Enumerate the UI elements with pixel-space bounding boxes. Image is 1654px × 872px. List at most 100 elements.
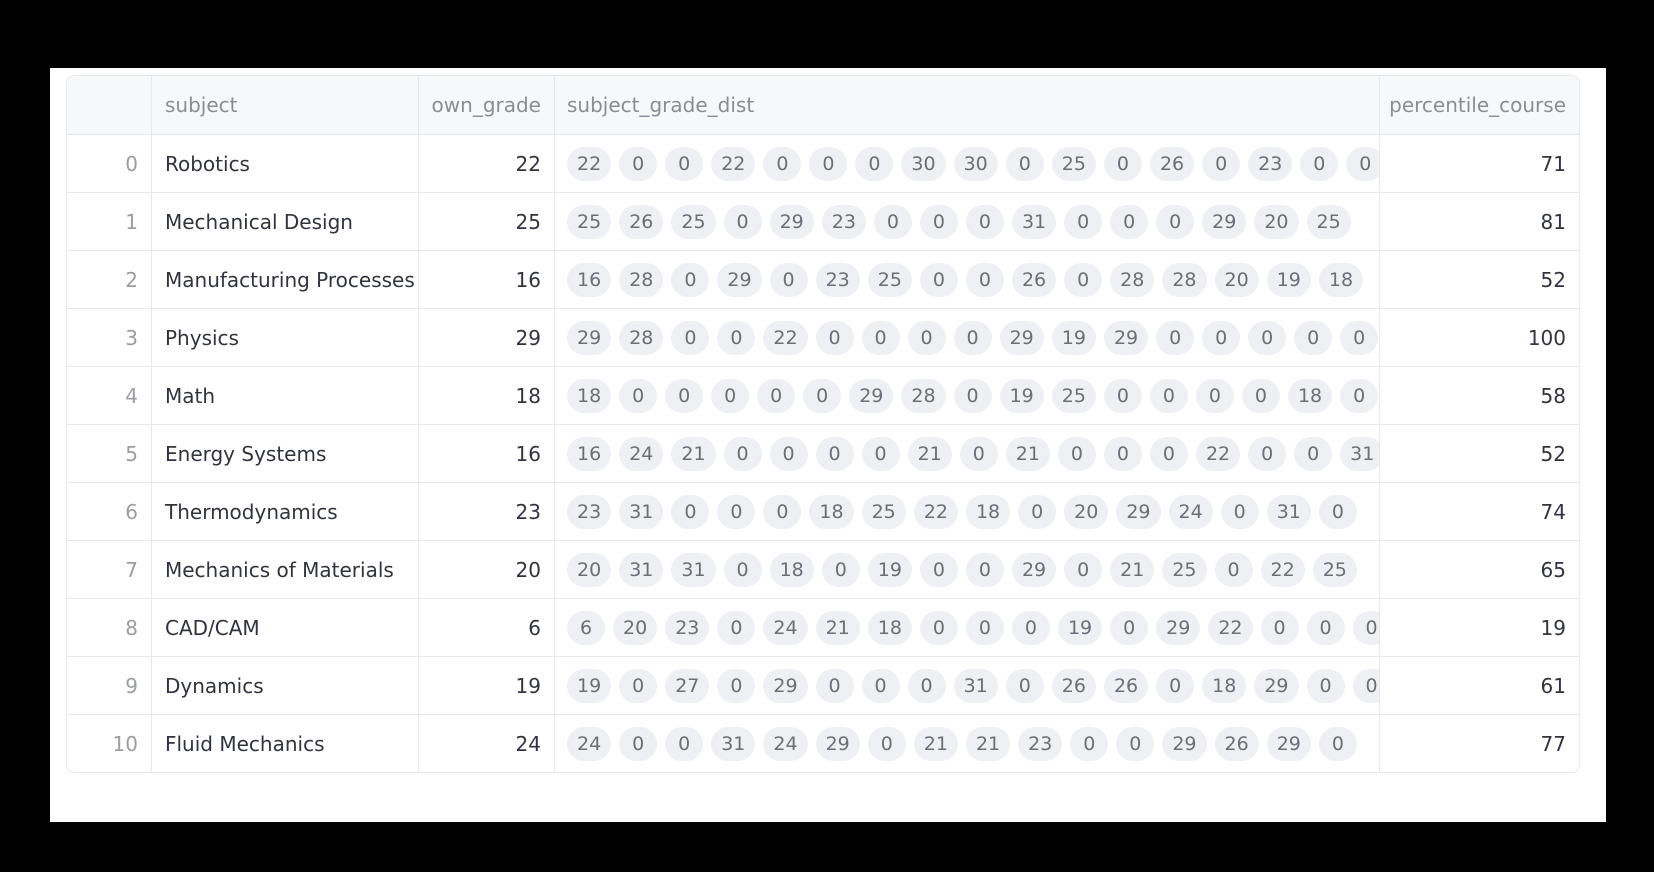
grade-dist-pill: 0 [1005, 668, 1044, 703]
cell-subject-grade-dist[interactable]: 16 28 0 29 0 23 25 0 0 26 0 28 28 20 19 18 [554, 251, 1379, 308]
cell-percentile-course[interactable]: 52 [1379, 251, 1579, 308]
cell-subject[interactable]: Fluid Mechanics [151, 715, 418, 772]
table-row[interactable]: 7 Mechanics of Materials 20 20 31 31 0 18 0 19 0 0 2… [67, 540, 1579, 598]
cell-percentile-course[interactable]: 74 [1379, 483, 1579, 540]
grade-dist-pill: 0 [1057, 436, 1096, 471]
grade-dist-pill: 30 [901, 146, 946, 181]
grade-dist-pill: 0 [671, 320, 710, 355]
cell-own-grade[interactable]: 18 [418, 367, 554, 424]
grade-dist-pill: 24 [567, 726, 612, 761]
cell-subject[interactable]: Manufacturing Processes [151, 251, 418, 308]
cell-percentile-course[interactable]: 77 [1379, 715, 1579, 772]
cell-percentile-course[interactable]: 58 [1379, 367, 1579, 424]
grade-dist-pill: 27 [665, 668, 710, 703]
grade-dist-pill: 21 [1005, 436, 1050, 471]
table-row[interactable]: 8 CAD/CAM 6 6 20 23 0 24 21 18 0 0 0 19 0 29 22 0 0 0 19 [67, 598, 1579, 656]
grade-dist-pill: 22 [567, 146, 612, 181]
grade-dist-pill: 0 [1340, 378, 1379, 413]
header-index[interactable] [67, 76, 151, 134]
grade-dist-pill: 0 [1011, 610, 1050, 645]
cell-subject-grade-dist[interactable]: 22 0 0 22 0 0 0 30 30 0 25 0 26 0 23 0 0 [554, 135, 1379, 192]
grade-dist-pill: 0 [821, 552, 860, 587]
cell-own-grade[interactable]: 24 [418, 715, 554, 772]
grade-dist-pill: 31 [953, 668, 998, 703]
grade-dist-pill: 0 [619, 668, 658, 703]
cell-subject-grade-dist[interactable]: 29 28 0 0 22 0 0 0 0 29 19 29 0 0 0 0 0 [554, 309, 1379, 366]
cell-own-grade[interactable]: 16 [418, 251, 554, 308]
cell-own-grade[interactable]: 6 [418, 599, 554, 656]
cell-own-grade[interactable]: 19 [418, 657, 554, 714]
grade-dist-pill: 31 [711, 726, 756, 761]
header-percentile-course[interactable]: percentile_course [1379, 76, 1579, 134]
cell-own-grade[interactable]: 29 [418, 309, 554, 366]
cell-subject-grade-dist[interactable]: 23 31 0 0 0 18 25 22 18 0 20 29 24 0 31 0 [554, 483, 1379, 540]
cell-percentile-course[interactable]: 81 [1379, 193, 1579, 250]
header-subject-grade-dist[interactable]: subject_grade_dist [554, 76, 1379, 134]
grade-dist-pill: 28 [619, 320, 664, 355]
grade-dist-pill: 0 [815, 320, 854, 355]
grade-dist-pill: 19 [567, 668, 612, 703]
grade-dist-pill: 0 [1156, 320, 1195, 355]
table-row[interactable]: 3 Physics 29 29 28 0 0 22 0 0 0 0 29 19 29 0 0 0 0 0 100 [67, 308, 1579, 366]
cell-subject[interactable]: Mechanics of Materials [151, 541, 418, 598]
cell-percentile-course[interactable]: 71 [1379, 135, 1579, 192]
grade-dist-pill: 18 [567, 378, 612, 413]
cell-subject[interactable]: Robotics [151, 135, 418, 192]
cell-subject[interactable]: Energy Systems [151, 425, 418, 482]
grade-dist-pill: 0 [873, 204, 912, 239]
grade-dist-pill: 19 [867, 552, 912, 587]
cell-own-grade[interactable]: 16 [418, 425, 554, 482]
cell-subject-grade-dist[interactable]: 16 24 21 0 0 0 0 21 0 21 0 0 0 22 0 0 31 [554, 425, 1379, 482]
cell-own-grade[interactable]: 22 [418, 135, 554, 192]
grade-dist-pill: 0 [907, 320, 946, 355]
cell-percentile-course[interactable]: 52 [1379, 425, 1579, 482]
cell-subject-grade-dist[interactable]: 18 0 0 0 0 0 29 28 0 19 25 0 0 0 0 18 0 [554, 367, 1379, 424]
grade-dist-pill: 0 [1103, 436, 1142, 471]
cell-percentile-course[interactable]: 61 [1379, 657, 1579, 714]
cell-subject-grade-dist[interactable]: 20 31 31 0 18 0 19 0 0 29 0 21 25 0 22 25 [554, 541, 1379, 598]
grade-dist-pill: 20 [1064, 494, 1109, 529]
grade-dist-pill: 0 [1064, 262, 1103, 297]
cell-subject[interactable]: CAD/CAM [151, 599, 418, 656]
cell-subject-grade-dist[interactable]: 6 20 23 0 24 21 18 0 0 0 19 0 29 22 0 0 0 [554, 599, 1379, 656]
cell-own-grade[interactable]: 25 [418, 193, 554, 250]
grade-dist-pill: 31 [619, 552, 664, 587]
grade-dist-pill: 31 [619, 494, 664, 529]
grade-dist-pill: 22 [1260, 552, 1305, 587]
table-row[interactable]: 10 Fluid Mechanics 24 24 0 0 31 24 29 0 21 21 23 0 0 29… [67, 714, 1579, 772]
grade-dist-pill: 25 [1051, 378, 1096, 413]
cell-subject[interactable]: Thermodynamics [151, 483, 418, 540]
cell-own-grade[interactable]: 23 [418, 483, 554, 540]
cell-percentile-course[interactable]: 100 [1379, 309, 1579, 366]
grade-dist-pill: 20 [613, 610, 658, 645]
table-row[interactable]: 4 Math 18 18 0 0 0 0 0 29 28 0 19 25 0 0 0 0 18 0 58 [67, 366, 1579, 424]
row-index: 4 [125, 383, 138, 408]
header-subject[interactable]: subject [151, 76, 418, 134]
table-row[interactable]: 0 Robotics 22 22 0 0 22 0 0 0 30 30 0 25 0 26 0 23 0 0 71 [67, 134, 1579, 192]
grade-dist-pill: 22 [763, 320, 808, 355]
table-row[interactable]: 5 Energy Systems 16 16 24 21 0 0 0 0 21 0 21 0 0 0 22 0 0 3… [67, 424, 1579, 482]
cell-subject[interactable]: Mechanical Design [151, 193, 418, 250]
cell-subject-grade-dist[interactable]: 25 26 25 0 29 23 0 0 0 31 0 0 0 29 20 25 [554, 193, 1379, 250]
grade-dist-pill: 29 [1266, 726, 1311, 761]
table-row[interactable]: 2 Manufacturing Processes 16 16 28 0 29 0 23 25 0 0… [67, 250, 1579, 308]
cell-subject-grade-dist[interactable]: 24 0 0 31 24 29 0 21 21 23 0 0 29 26 29 0 [554, 715, 1379, 772]
cell-own-grade[interactable]: 20 [418, 541, 554, 598]
cell-subject[interactable]: Math [151, 367, 418, 424]
grade-dist-pill: 29 [567, 320, 612, 355]
grade-dist-pill: 0 [953, 378, 992, 413]
cell-subject[interactable]: Dynamics [151, 657, 418, 714]
grade-dist-pill: 0 [1352, 668, 1379, 703]
table-row[interactable]: 9 Dynamics 19 19 0 27 0 29 0 0 0 31 0 26 26 0 18 29 0 0 61 [67, 656, 1579, 714]
cell-percentile-course[interactable]: 19 [1379, 599, 1579, 656]
grade-dist-pill: 18 [809, 494, 854, 529]
dataframe-table[interactable]: subject own_grade subject_grade_dist per… [66, 75, 1580, 773]
cell-subject[interactable]: Physics [151, 309, 418, 366]
table-row[interactable]: 6 Thermodynamics 23 23 31 0 0 0 18 25 22 18 0 20 29 24 0… [67, 482, 1579, 540]
grade-dist-pill: 26 [1149, 146, 1195, 181]
cell-subject-grade-dist[interactable]: 19 0 27 0 29 0 0 0 31 0 26 26 0 18 29 0 0 [554, 657, 1379, 714]
row-index: 2 [125, 267, 138, 292]
cell-percentile-course[interactable]: 65 [1379, 541, 1579, 598]
table-row[interactable]: 1 Mechanical Design 25 25 26 25 0 29 23 0 0 0 31 0 0 0 2… [67, 192, 1579, 250]
header-own-grade[interactable]: own_grade [418, 76, 554, 134]
